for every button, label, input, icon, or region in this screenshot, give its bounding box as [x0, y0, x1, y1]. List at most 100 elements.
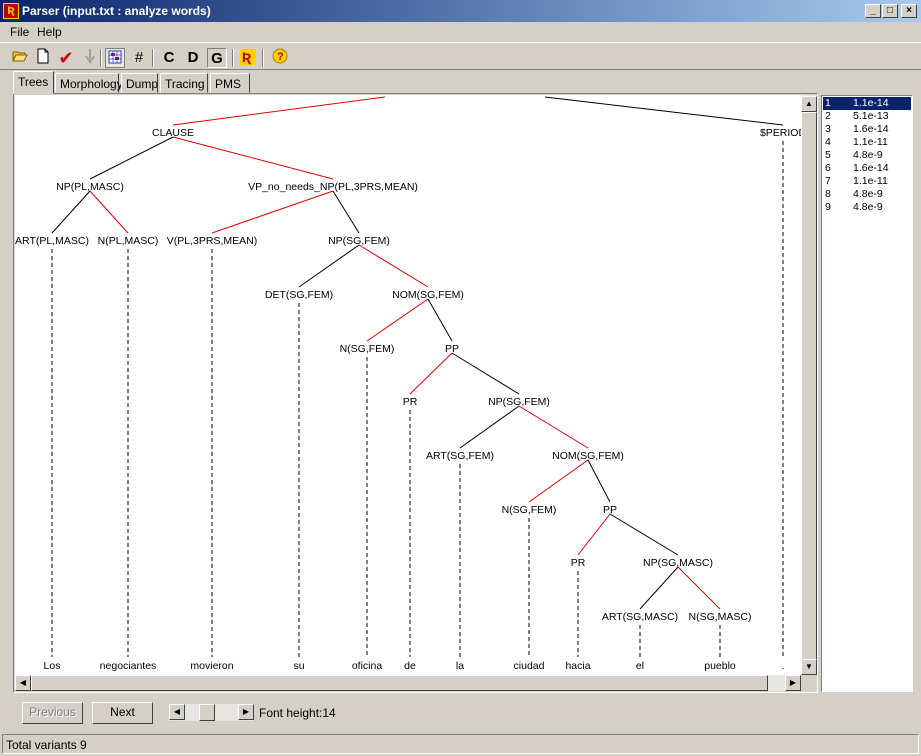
toolbar-separator: [232, 49, 234, 67]
variant-row[interactable]: 2 5.1e-13: [823, 110, 911, 123]
scroll-up-button[interactable]: ▲: [801, 96, 817, 112]
tree-edge: [518, 405, 589, 449]
tree-node-pp1: PP: [445, 343, 459, 355]
next-button[interactable]: Next: [92, 702, 153, 724]
tree-word: pueblo: [704, 660, 736, 672]
tree-node-art2: ART(SG,FEM): [426, 450, 494, 462]
tree-node-np2: NP(SG,FEM): [328, 235, 390, 247]
variant-probability: 4.8e-9: [853, 188, 883, 200]
close-button[interactable]: ×: [901, 4, 917, 18]
variant-probability: 1.1e-14: [853, 97, 889, 109]
tree-edge: [409, 352, 453, 395]
minimize-button[interactable]: _: [865, 4, 881, 18]
tab-tracing[interactable]: Tracing: [160, 73, 208, 93]
tree-edge: [577, 513, 611, 556]
tree-node-n3: N(SG,FEM): [502, 504, 557, 516]
g-button[interactable]: G: [207, 48, 227, 68]
variant-list[interactable]: 1 1.1e-14 2 5.1e-13 3 1.6e-14 4 1.1e-11 5 4.8e-9 6…: [821, 95, 913, 692]
variant-row[interactable]: 9 4.8e-9: [823, 201, 911, 214]
table-view-icon[interactable]: [105, 48, 125, 68]
maximize-button[interactable]: □: [882, 4, 898, 18]
font-increase-button[interactable]: ▶: [238, 704, 254, 720]
tree-edge: [587, 459, 611, 503]
variant-row[interactable]: 5 4.8e-9: [823, 149, 911, 162]
variant-number: 8: [825, 188, 831, 200]
scroll-right-button[interactable]: ▶: [785, 675, 801, 691]
c-button[interactable]: C: [159, 48, 179, 68]
variant-row[interactable]: 7 1.1e-11: [823, 175, 911, 188]
status-bar: Total variants 9: [2, 734, 919, 754]
tab-trees[interactable]: Trees: [13, 71, 54, 94]
menu-file[interactable]: File: [10, 25, 29, 39]
tab-dump[interactable]: Dump: [121, 73, 158, 93]
tree-edge: [427, 298, 453, 342]
parser-logo-icon[interactable]: Ʀ: [238, 48, 258, 68]
horizontal-scroll-thumb[interactable]: [31, 675, 768, 691]
tree-edge: [89, 190, 129, 234]
font-height-slider[interactable]: ◀ ▶: [169, 704, 254, 721]
d-button[interactable]: D: [183, 48, 203, 68]
variant-number: 5: [825, 149, 831, 161]
tree-word: Los: [44, 660, 61, 672]
tree-word: movieron: [190, 660, 233, 672]
variant-probability: 1.1e-11: [853, 175, 888, 187]
tree-node-np4: NP(SG,MASC): [643, 557, 713, 569]
help-icon[interactable]: ?: [270, 48, 290, 68]
parse-tree-canvas[interactable]: CLAUSE $PERIOD NP(PL,MASC) VP_no_needs_NP(P…: [15, 95, 801, 675]
variant-number: 6: [825, 162, 831, 174]
toolbar-separator: [262, 49, 264, 67]
variant-row[interactable]: 8 4.8e-9: [823, 188, 911, 201]
variant-probability: 1.1e-11: [853, 136, 888, 148]
scroll-down-button[interactable]: ▼: [801, 659, 817, 675]
tree-edge: [358, 244, 429, 288]
tree-node-n2: N(SG,FEM): [340, 343, 395, 355]
variant-probability: 4.8e-9: [853, 149, 883, 161]
toolbar-separator: [152, 49, 154, 67]
variant-number: 7: [825, 175, 831, 187]
variant-row[interactable]: 1 1.1e-14: [823, 97, 911, 110]
tab-pms[interactable]: PMS: [210, 73, 250, 93]
tree-edge: [677, 566, 721, 610]
tree-edge: [459, 405, 520, 449]
tree-edge: [639, 566, 679, 610]
tree-edge: [544, 96, 784, 126]
tree-edge: [211, 190, 334, 234]
previous-button[interactable]: Previous: [22, 702, 83, 724]
tree-node-pp2: PP: [603, 504, 617, 516]
hash-button[interactable]: #: [129, 48, 149, 68]
tree-word: la: [456, 660, 464, 672]
tree-word: ciudad: [514, 660, 545, 672]
tree-node-v: V(PL,3PRS,MEAN): [167, 235, 257, 247]
scroll-left-button[interactable]: ◀: [15, 675, 31, 691]
tree-node-np1: NP(PL,MASC): [56, 181, 124, 193]
variant-number: 1: [825, 97, 831, 109]
tree-word: el: [636, 660, 644, 672]
font-height-thumb[interactable]: [199, 704, 215, 721]
tree-word: su: [293, 660, 304, 672]
new-file-icon[interactable]: [33, 48, 53, 68]
tree-edge: [89, 136, 174, 180]
open-folder-icon[interactable]: [10, 48, 30, 68]
variant-number: 3: [825, 123, 831, 135]
tree-node-art1: ART(PL,MASC): [15, 235, 89, 247]
menu-bar: File Help: [0, 22, 921, 42]
variant-row[interactable]: 3 1.6e-14: [823, 123, 911, 136]
variant-probability: 4.8e-9: [853, 201, 883, 213]
title-bar[interactable]: Ʀ Parser (input.txt : analyze words) _ □…: [0, 0, 921, 22]
variant-number: 9: [825, 201, 831, 213]
toolbar-separator: [100, 49, 102, 67]
font-decrease-button[interactable]: ◀: [169, 704, 185, 720]
variant-number: 2: [825, 110, 831, 122]
tree-edge: [332, 190, 360, 234]
tree-word: de: [404, 660, 416, 672]
arrow-down-icon[interactable]: [80, 48, 100, 68]
vertical-scroll-thumb[interactable]: [801, 112, 817, 660]
check-icon[interactable]: ✔: [56, 48, 76, 68]
menu-help[interactable]: Help: [37, 25, 62, 39]
tab-morphology[interactable]: Morphology: [55, 73, 123, 93]
variant-row[interactable]: 4 1.1e-11: [823, 136, 911, 149]
tree-node-pr1: PR: [403, 396, 418, 408]
variant-probability: 5.1e-13: [853, 110, 889, 122]
variant-row[interactable]: 6 1.6e-14: [823, 162, 911, 175]
tree-edge: [366, 298, 429, 342]
